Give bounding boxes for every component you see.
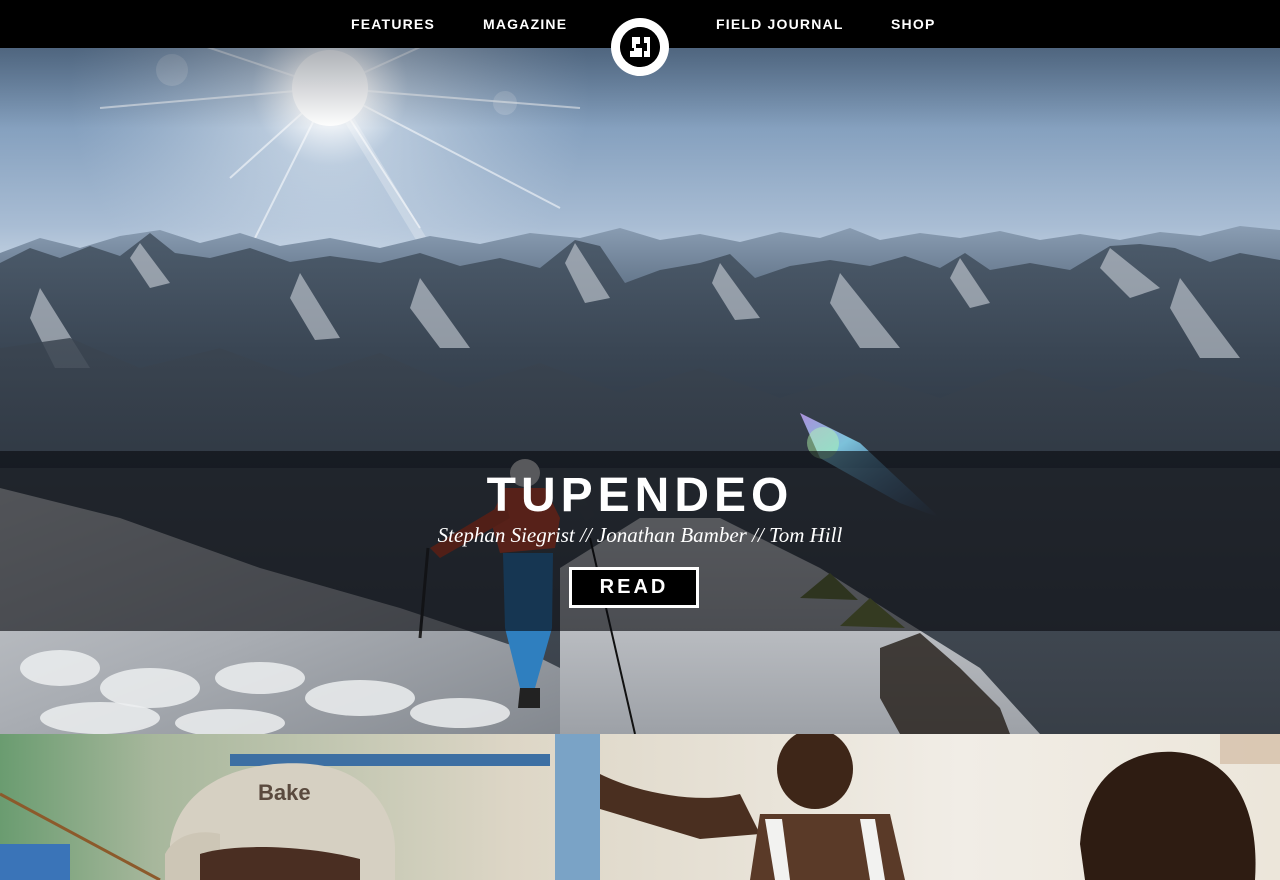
hero-authors: Stephan Siegrist // Jonathan Bamber // T… (437, 523, 843, 547)
brand-logo-icon (620, 27, 660, 67)
hero-title[interactable]: TUPENDEO (0, 466, 1280, 526)
second-feature-image[interactable]: Bake (0, 734, 1280, 880)
second-feature-photo: Bake (0, 734, 1280, 880)
read-button[interactable]: READ (569, 567, 699, 608)
nav-shop-link[interactable]: SHOP (891, 0, 935, 48)
page: FEATURES MAGAZINE FIELD JOURNAL SHOP TUP… (0, 0, 1280, 880)
hero-mountain-image (0, 48, 1280, 734)
nav-features-link[interactable]: FEATURES (351, 0, 435, 48)
nav-magazine-link[interactable]: MAGAZINE (483, 0, 567, 48)
hero-feature[interactable]: TUPENDEO Stephan Siegrist // Jonathan Ba… (0, 48, 1280, 734)
brand-logo[interactable] (611, 18, 669, 76)
nav-field-journal-link[interactable]: FIELD JOURNAL (716, 0, 844, 48)
cap-text: Bake (258, 780, 311, 805)
